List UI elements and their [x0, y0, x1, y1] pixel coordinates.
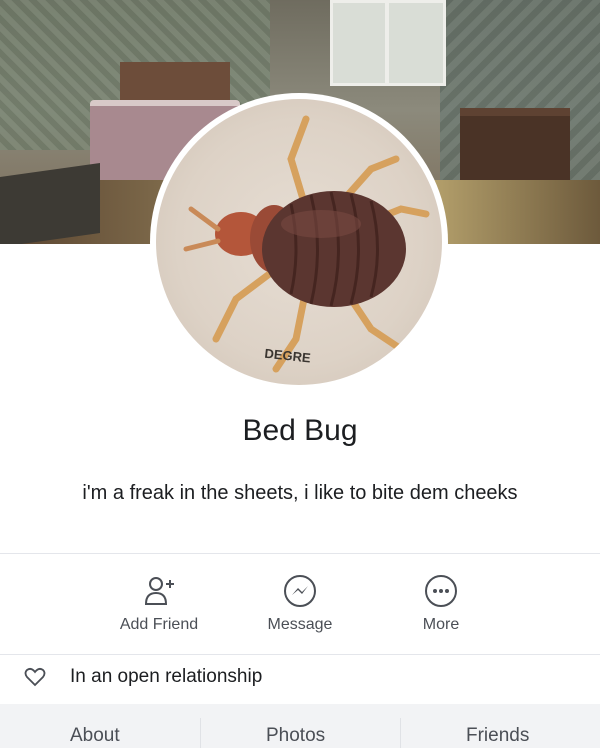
- divider: [0, 553, 600, 554]
- tab-separator: [400, 718, 401, 748]
- divider: [0, 654, 600, 655]
- add-friend-button[interactable]: Add Friend: [79, 574, 239, 634]
- heart-icon: [24, 667, 46, 687]
- profile-picture[interactable]: DEGRE: [156, 99, 442, 385]
- more-label: More: [422, 616, 460, 633]
- messenger-icon: [284, 575, 316, 607]
- add-friend-label: Add Friend: [119, 616, 199, 633]
- relationship-text: In an open relationship: [70, 666, 263, 687]
- more-icon: [425, 575, 457, 607]
- bed-bug-illustration: DEGRE: [183, 115, 430, 373]
- profile-bio: i'm a freak in the sheets, i like to bit…: [82, 482, 518, 504]
- tab-separator: [200, 718, 201, 748]
- profile-actions: Add Friend Message More: [0, 560, 600, 650]
- tab-friends[interactable]: Friends: [466, 725, 529, 747]
- profile-name: Bed Bug: [242, 414, 358, 447]
- message-button[interactable]: Message: [220, 574, 380, 634]
- profile-tab-bar: About Photos Friends: [0, 704, 600, 748]
- cover-window: [330, 0, 446, 86]
- profile-picture-frame[interactable]: DEGRE: [150, 93, 448, 391]
- svg-text:DEGRE: DEGRE: [264, 346, 312, 366]
- more-button[interactable]: More: [361, 574, 521, 634]
- tab-about[interactable]: About: [70, 725, 120, 747]
- message-label: Message: [267, 616, 333, 633]
- tab-photos[interactable]: Photos: [266, 725, 325, 747]
- add-friend-icon: [144, 577, 174, 605]
- cover-chair: [0, 162, 100, 244]
- relationship-status[interactable]: In an open relationship: [0, 656, 600, 700]
